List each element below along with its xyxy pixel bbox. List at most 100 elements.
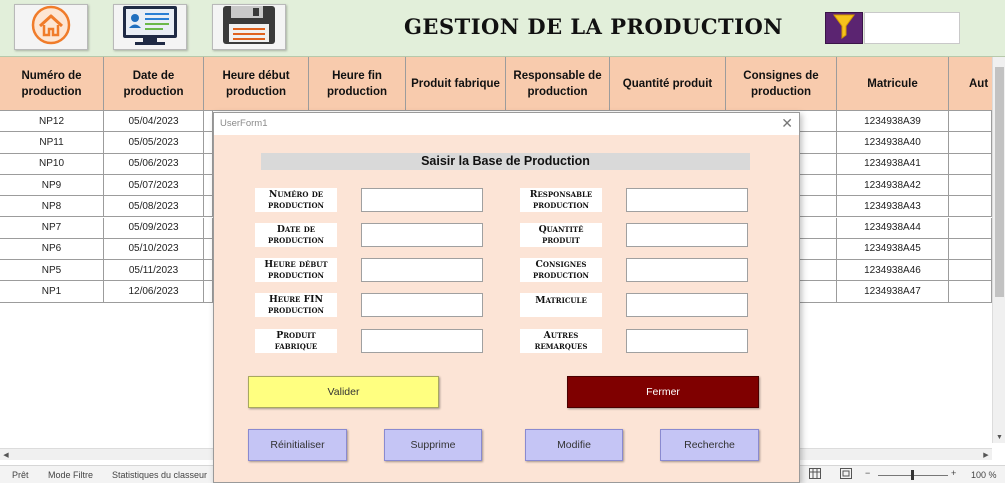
label-produit-fabrique: Produit fabrique bbox=[255, 329, 337, 353]
column-header[interactable]: Produit fabrique bbox=[406, 57, 506, 111]
column-header[interactable]: Quantité produit bbox=[610, 57, 726, 111]
consignes-input[interactable] bbox=[626, 258, 748, 282]
cell-date[interactable]: 05/09/2023 bbox=[104, 217, 204, 239]
cell-hidden bbox=[204, 196, 213, 218]
filter-button[interactable] bbox=[825, 12, 863, 44]
cell-matricule[interactable]: 1234938A42 bbox=[837, 174, 949, 197]
cell-hidden bbox=[204, 281, 213, 303]
cell-hidden bbox=[204, 217, 213, 239]
status-workbook-stats[interactable]: Statistiques du classeur bbox=[112, 470, 207, 480]
scroll-down-arrow-icon[interactable]: ▼ bbox=[993, 431, 1005, 443]
dialog-title-bar: UserForm1 ✕ bbox=[214, 113, 799, 135]
date-production-input[interactable] bbox=[361, 223, 483, 247]
vertical-scrollbar[interactable]: ▼ bbox=[992, 57, 1005, 443]
cell-consignes bbox=[800, 153, 837, 175]
zoom-in-button[interactable]: + bbox=[951, 468, 956, 478]
cell-consignes bbox=[800, 217, 837, 239]
normal-view-icon[interactable] bbox=[809, 468, 821, 481]
cell-date[interactable]: 12/06/2023 bbox=[104, 281, 204, 303]
cell-autres bbox=[949, 153, 992, 175]
produit-fabrique-input[interactable] bbox=[361, 329, 483, 353]
excel-window: { "banner": { "title": "GESTION DE LA PR… bbox=[0, 0, 1005, 483]
form-heading: Saisir la Base de Production bbox=[261, 153, 750, 170]
column-header[interactable]: Numéro de production bbox=[0, 57, 104, 111]
scroll-left-arrow-icon[interactable]: ◀ bbox=[0, 449, 12, 461]
label-consignes: Consignes production bbox=[520, 258, 602, 282]
autres-remarques-input[interactable] bbox=[626, 329, 748, 353]
column-header[interactable]: Heure début production bbox=[204, 57, 309, 111]
cell-date[interactable]: 05/10/2023 bbox=[104, 238, 204, 261]
page-title: GESTION DE LA PRODUCTION bbox=[404, 14, 783, 39]
supprime-button[interactable]: Supprime bbox=[384, 429, 482, 461]
cell-matricule[interactable]: 1234938A41 bbox=[837, 153, 949, 175]
cell-numero[interactable]: NP1 bbox=[0, 281, 104, 303]
cell-numero[interactable]: NP9 bbox=[0, 174, 104, 197]
heure-debut-input[interactable] bbox=[361, 258, 483, 282]
cell-autres bbox=[949, 260, 992, 282]
employee-form-button[interactable] bbox=[113, 4, 187, 50]
table-header-row: Numéro de production Date de production … bbox=[0, 57, 1005, 111]
column-header[interactable]: Responsable de production bbox=[506, 57, 610, 111]
column-header[interactable]: Matricule bbox=[837, 57, 949, 111]
home-button[interactable] bbox=[14, 4, 88, 50]
matricule-input[interactable] bbox=[626, 293, 748, 317]
cell-autres bbox=[949, 281, 992, 303]
cell-matricule[interactable]: 1234938A46 bbox=[837, 260, 949, 282]
cell-numero[interactable]: NP11 bbox=[0, 132, 104, 154]
cell-numero[interactable]: NP12 bbox=[0, 111, 104, 133]
modifie-button[interactable]: Modifie bbox=[525, 429, 623, 461]
page-layout-icon[interactable] bbox=[840, 468, 852, 481]
cell-numero[interactable]: NP7 bbox=[0, 217, 104, 239]
cell-date[interactable]: 05/05/2023 bbox=[104, 132, 204, 154]
cell-numero[interactable]: NP8 bbox=[0, 196, 104, 218]
cell-matricule[interactable]: 1234938A43 bbox=[837, 196, 949, 218]
cell-date[interactable]: 05/04/2023 bbox=[104, 111, 204, 133]
cell-date[interactable]: 05/08/2023 bbox=[104, 196, 204, 218]
column-header[interactable]: Consignes de production bbox=[726, 57, 837, 111]
cell-consignes bbox=[800, 132, 837, 154]
cell-matricule[interactable]: 1234938A45 bbox=[837, 238, 949, 261]
cell-date[interactable]: 05/11/2023 bbox=[104, 260, 204, 282]
filter-input[interactable] bbox=[864, 12, 960, 44]
cell-numero[interactable]: NP10 bbox=[0, 153, 104, 175]
cell-date[interactable]: 05/07/2023 bbox=[104, 174, 204, 197]
column-header[interactable]: Heure fin production bbox=[309, 57, 406, 111]
scroll-thumb[interactable] bbox=[995, 67, 1004, 297]
zoom-slider-thumb[interactable] bbox=[911, 470, 914, 480]
zoom-out-button[interactable]: − bbox=[865, 468, 870, 478]
cell-hidden bbox=[204, 260, 213, 282]
cell-numero[interactable]: NP6 bbox=[0, 238, 104, 261]
filter-funnel-icon bbox=[833, 13, 855, 44]
valider-button[interactable]: Valider bbox=[248, 376, 439, 408]
home-icon bbox=[31, 5, 71, 50]
cell-numero[interactable]: NP5 bbox=[0, 260, 104, 282]
cell-consignes bbox=[800, 174, 837, 197]
label-matricule: Matricule bbox=[520, 293, 602, 317]
heure-fin-input[interactable] bbox=[361, 293, 483, 317]
label-quantite: Quantité produit bbox=[520, 223, 602, 247]
cell-matricule[interactable]: 1234938A40 bbox=[837, 132, 949, 154]
status-ready: Prêt bbox=[12, 470, 29, 480]
cell-date[interactable]: 05/06/2023 bbox=[104, 153, 204, 175]
cell-matricule[interactable]: 1234938A39 bbox=[837, 111, 949, 133]
cell-consignes bbox=[800, 260, 837, 282]
zoom-level[interactable]: 100 % bbox=[971, 470, 997, 480]
reinitialiser-button[interactable]: Réinitialiser bbox=[248, 429, 347, 461]
cell-matricule[interactable]: 1234938A47 bbox=[837, 281, 949, 303]
save-button[interactable] bbox=[212, 4, 286, 50]
cell-hidden bbox=[204, 132, 213, 154]
label-responsable: Responsable production bbox=[520, 188, 602, 212]
recherche-button[interactable]: Recherche bbox=[660, 429, 759, 461]
close-icon[interactable]: ✕ bbox=[781, 115, 793, 132]
fermer-button[interactable]: Fermer bbox=[567, 376, 759, 408]
numero-production-input[interactable] bbox=[361, 188, 483, 212]
cell-autres bbox=[949, 217, 992, 239]
status-mode: Mode Filtre bbox=[48, 470, 94, 480]
cell-hidden bbox=[204, 153, 213, 175]
cell-hidden bbox=[204, 238, 213, 261]
scroll-right-arrow-icon[interactable]: ▶ bbox=[980, 449, 992, 461]
quantite-input[interactable] bbox=[626, 223, 748, 247]
cell-matricule[interactable]: 1234938A44 bbox=[837, 217, 949, 239]
responsable-input[interactable] bbox=[626, 188, 748, 212]
column-header[interactable]: Date de production bbox=[104, 57, 204, 111]
